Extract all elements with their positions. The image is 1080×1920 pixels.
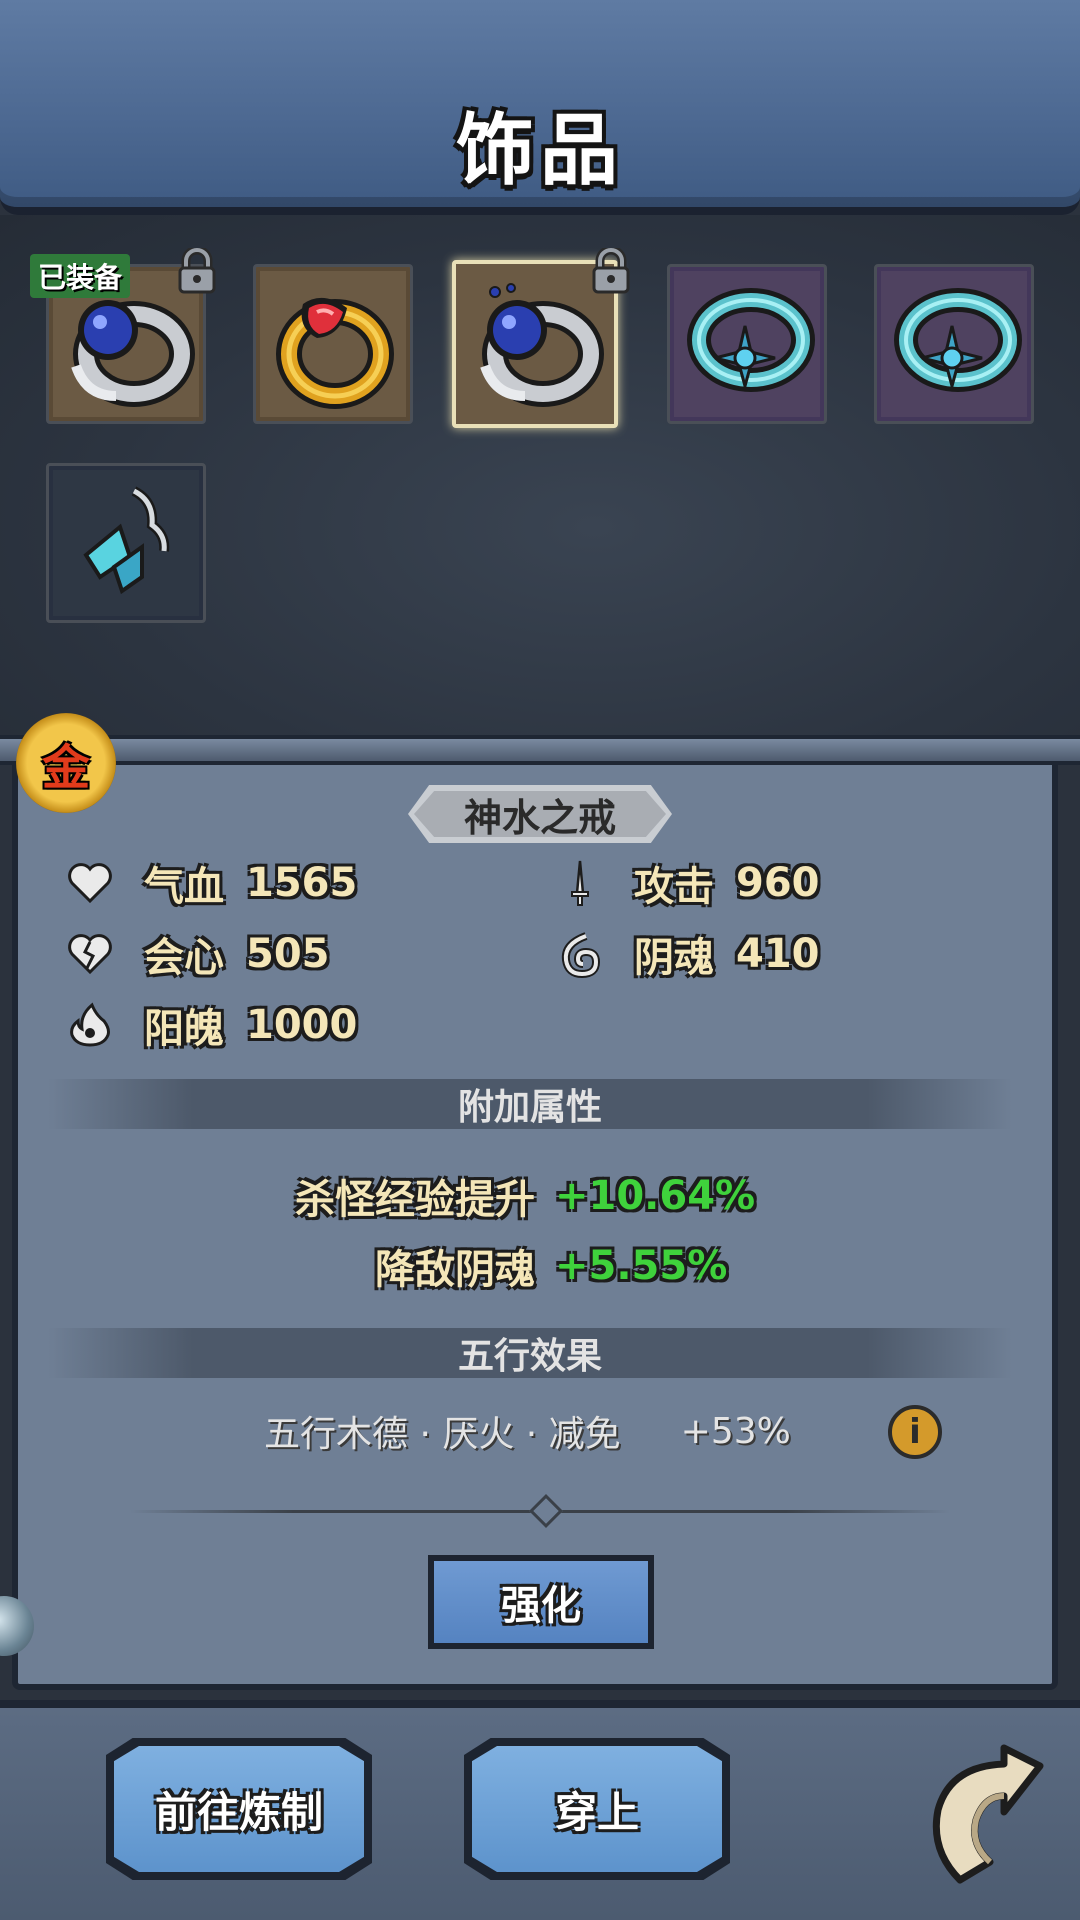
item-name: 神水之戒 [463,795,616,840]
dark-pearl-ring-icon [480,283,604,407]
info-icon[interactable]: i [888,1405,942,1459]
wear-button[interactable]: 穿上 [464,1738,730,1880]
inventory-slot-5[interactable] [874,264,1034,424]
back-arrow-icon[interactable] [920,1740,1050,1890]
gold-ruby-ring-icon [276,297,394,409]
extra-attributes-header: 附加属性 [48,1079,1012,1129]
lock-icon [178,248,216,294]
element-metal-badge: 金 [16,713,116,813]
enhance-button[interactable]: 强化 [428,1555,654,1649]
wuxing-effect-header: 五行效果 [48,1328,1012,1378]
inventory-slot-4[interactable] [667,264,827,424]
flame-icon [70,1002,110,1047]
broken-heart-icon [68,934,112,975]
page-title: 饰品 [455,106,624,196]
panel-divider-bar [0,735,1080,765]
item-name-plate: 神水之戒 [408,785,672,843]
stat-hp: 气血 1565 [66,853,357,913]
ice-crystal-ring-icon [894,288,1022,392]
wuxing-effect-row: 五行木德 · 厌火 · 减免 +53% [264,1410,791,1456]
extra-attr-reduce-yin: 降敌阴魂 +5.55% [375,1243,728,1293]
header-banner: 饰品 [0,0,1080,215]
inventory-slot-2[interactable] [253,264,413,424]
heart-icon [68,863,112,904]
inventory-slot-6[interactable] [46,463,206,623]
sword-icon [571,860,589,906]
stat-yang-soul: 阳魄 1000 [66,995,357,1055]
ice-crystal-ring-icon [687,288,815,392]
stat-crit: 会心 505 [66,924,330,984]
lock-icon [592,248,630,294]
go-refine-button[interactable]: 前往炼制 [106,1738,372,1880]
crystal-pendant-icon [83,486,170,595]
stat-attack: 攻击 960 [556,853,820,913]
swirl-icon [561,932,601,978]
equipped-tag: 已装备 [30,254,131,298]
stat-yin-soul: 阴魂 410 [556,924,820,984]
extra-attr-exp-boost: 杀怪经验提升 +10.64% [295,1173,756,1223]
